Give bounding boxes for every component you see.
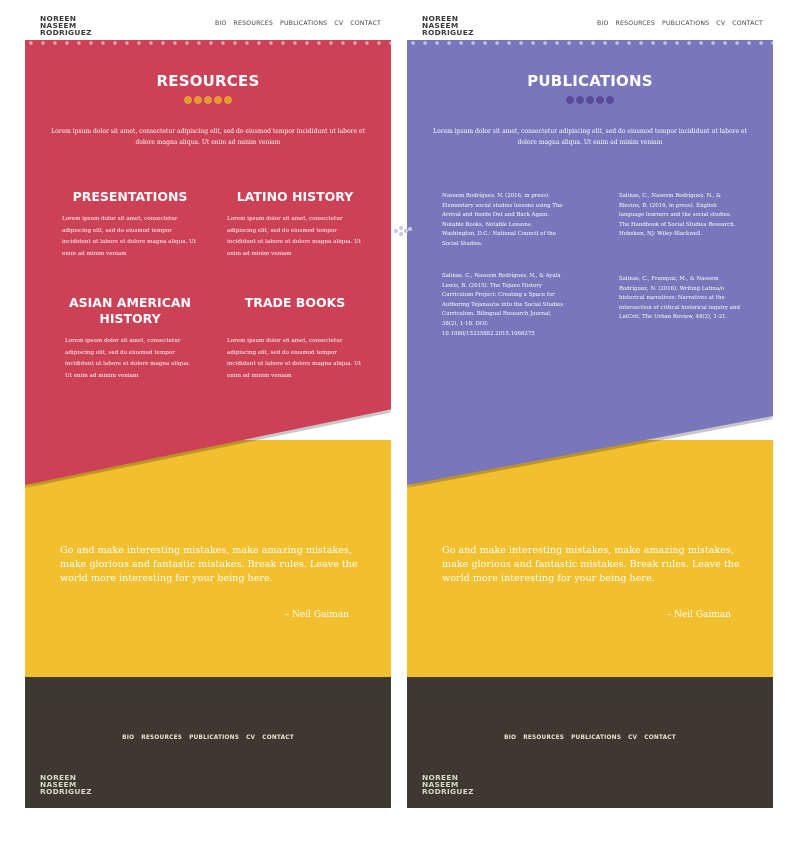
dot-icon (194, 96, 202, 104)
quote-author: – Neil Gaiman (284, 610, 349, 620)
top-nav: BIO RESOURCES PUBLICATIONS CV CONTACT (215, 20, 381, 27)
resource-title: LATINO HISTORY (236, 189, 354, 204)
footer-logo[interactable]: NOREEN NASEEM RODRIGUEZ (422, 774, 474, 795)
publications-page: NOREEN NASEEM RODRIGUEZ BIO RESOURCES PU… (407, 0, 773, 808)
floral-ornament-icon (394, 226, 412, 236)
footer-link-resources[interactable]: RESOURCES (523, 735, 564, 741)
footer-link-contact[interactable]: CONTACT (262, 735, 294, 741)
footer-link-cv[interactable]: CV (628, 735, 637, 741)
publications-hero: PUBLICATIONS Lorem ipsum dolor sit amet,… (407, 40, 773, 485)
resource-body: Lorem ipsum dolor sit amet, consectetur … (227, 338, 362, 379)
publication-entry[interactable]: Salinas, C., Naseem Rodríguez, N., & Aya… (442, 272, 566, 339)
footer-link-contact[interactable]: CONTACT (644, 735, 676, 741)
dot-divider (25, 96, 391, 104)
publication-entry[interactable]: Salinas, C., Franquiz, M., & Naseem Rodr… (619, 275, 743, 323)
footer-link-publications[interactable]: PUBLICATIONS (571, 735, 621, 741)
resource-latino-history[interactable]: LATINO HISTORY Lorem ipsum dolor sit ame… (225, 189, 365, 260)
footer-link-bio[interactable]: BIO (504, 735, 516, 741)
resource-body: Lorem ipsum dolor sit amet, consectetur … (62, 216, 197, 257)
dot-icon (606, 96, 614, 104)
quote-text: Go and make interesting mistakes, make a… (442, 545, 740, 584)
nav-link-resources[interactable]: RESOURCES (616, 20, 655, 27)
top-nav: BIO RESOURCES PUBLICATIONS CV CONTACT (597, 20, 763, 27)
dot-icon (214, 96, 222, 104)
resource-body: Lorem ipsum dolor sit amet, consectetur … (227, 216, 362, 257)
nav-link-cv[interactable]: CV (334, 20, 343, 27)
nav-link-publications[interactable]: PUBLICATIONS (280, 20, 327, 27)
nav-link-bio[interactable]: BIO (597, 20, 609, 27)
dot-icon (184, 96, 192, 104)
footer-link-cv[interactable]: CV (246, 735, 255, 741)
nav-link-contact[interactable]: CONTACT (350, 20, 381, 27)
publication-entry[interactable]: Naseem Rodríguez, N. (2016, in press). E… (442, 192, 566, 250)
page-title: PUBLICATIONS (527, 72, 653, 90)
quote-author: – Neil Gaiman (666, 610, 731, 620)
site-header: NOREEN NASEEM RODRIGUEZ BIO RESOURCES PU… (407, 0, 773, 40)
resources-page: NOREEN NASEEM RODRIGUEZ BIO RESOURCES PU… (25, 0, 391, 808)
resource-title: ASIAN AMERICAN HISTORY (68, 295, 192, 326)
footer-link-publications[interactable]: PUBLICATIONS (189, 735, 239, 741)
dot-icon (224, 96, 232, 104)
nav-link-cv[interactable]: CV (716, 20, 725, 27)
resource-title: PRESENTATIONS (72, 189, 188, 204)
nav-link-bio[interactable]: BIO (215, 20, 227, 27)
dot-icon (586, 96, 594, 104)
nav-link-contact[interactable]: CONTACT (732, 20, 763, 27)
footer-nav: BIO RESOURCES PUBLICATIONS CV CONTACT (407, 735, 773, 741)
resource-title: TRADE BOOKS (244, 295, 346, 310)
quote-text: Go and make interesting mistakes, make a… (60, 545, 358, 584)
nav-link-resources[interactable]: RESOURCES (234, 20, 273, 27)
dot-icon (596, 96, 604, 104)
page-intro: Lorem ipsum dolor sit amet, consectetur … (433, 128, 747, 146)
resource-presentations[interactable]: PRESENTATIONS Lorem ipsum dolor sit amet… (60, 189, 200, 260)
footer-nav: BIO RESOURCES PUBLICATIONS CV CONTACT (25, 735, 391, 741)
publication-entry[interactable]: Salinas, C., Naseem Rodríguez, N., & Ble… (619, 192, 743, 240)
resource-body: Lorem ipsum dolor sit amet, consectetur … (65, 338, 191, 379)
page-title: RESOURCES (156, 72, 260, 90)
footer-link-bio[interactable]: BIO (122, 735, 134, 741)
resource-trade-books[interactable]: TRADE BOOKS Lorem ipsum dolor sit amet, … (225, 295, 365, 382)
footer-link-resources[interactable]: RESOURCES (141, 735, 182, 741)
decorative-border (25, 40, 391, 50)
site-footer: BIO RESOURCES PUBLICATIONS CV CONTACT NO… (407, 677, 773, 808)
page-intro: Lorem ipsum dolor sit amet, consectetur … (51, 128, 365, 146)
nav-link-publications[interactable]: PUBLICATIONS (662, 20, 709, 27)
dot-icon (576, 96, 584, 104)
site-logo[interactable]: NOREEN NASEEM RODRIGUEZ (40, 15, 92, 36)
resources-hero: RESOURCES Lorem ipsum dolor sit amet, co… (25, 40, 391, 485)
site-footer: BIO RESOURCES PUBLICATIONS CV CONTACT NO… (25, 677, 391, 808)
site-header: NOREEN NASEEM RODRIGUEZ BIO RESOURCES PU… (25, 0, 391, 40)
resource-asian-american-history[interactable]: ASIAN AMERICAN HISTORY Lorem ipsum dolor… (53, 295, 207, 382)
dot-icon (566, 96, 574, 104)
footer-logo[interactable]: NOREEN NASEEM RODRIGUEZ (40, 774, 92, 795)
dot-divider (407, 96, 773, 104)
dot-icon (204, 96, 212, 104)
site-logo[interactable]: NOREEN NASEEM RODRIGUEZ (422, 15, 474, 36)
decorative-border (407, 40, 773, 50)
